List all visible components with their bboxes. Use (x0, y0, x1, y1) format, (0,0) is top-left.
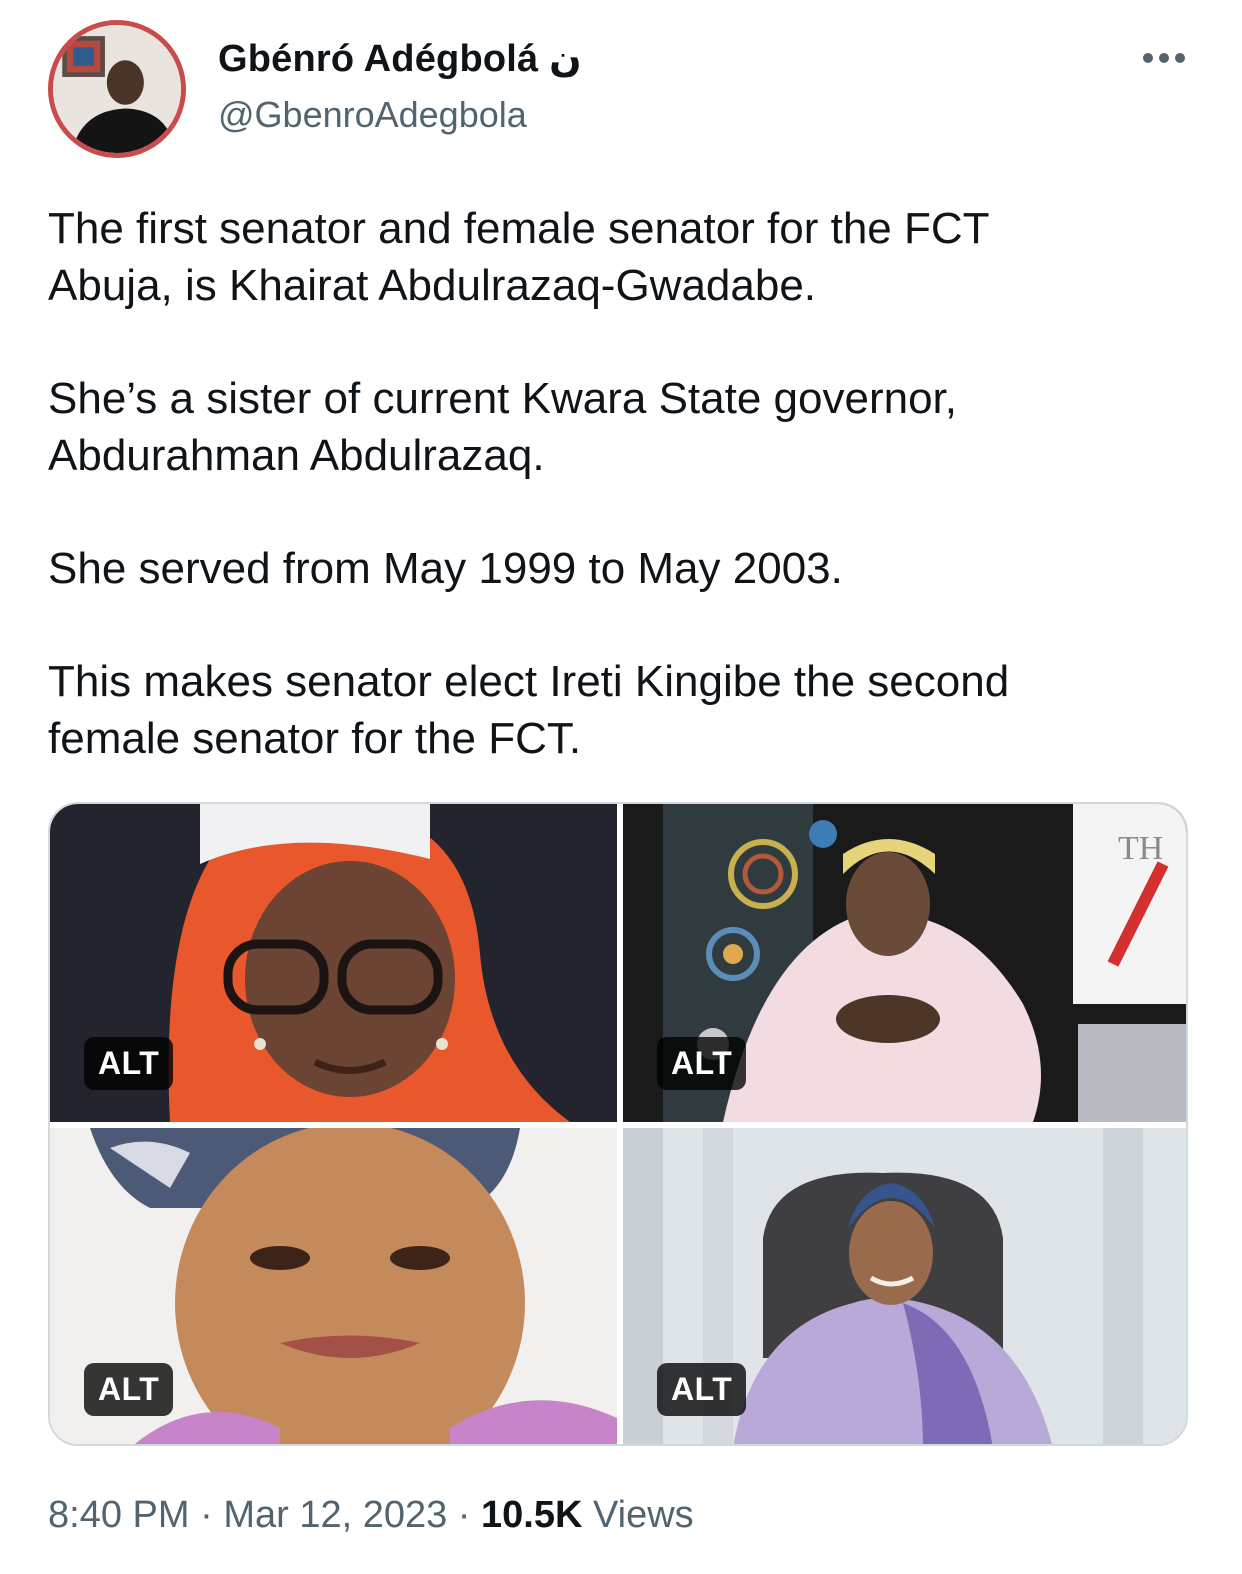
meta-separator: · (200, 1494, 213, 1536)
avatar[interactable] (48, 20, 186, 158)
tweet-meta: 8:40 PM · Mar 12, 2023 · 10.5K Views (48, 1494, 694, 1537)
tweet-text: The first senator and female senator for… (48, 200, 1208, 767)
avatar-photo (53, 25, 181, 153)
meta-separator: · (457, 1494, 471, 1536)
media-image-1[interactable]: ALT (50, 804, 617, 1122)
media-image-3[interactable]: ALT (50, 1128, 617, 1444)
author-display-name[interactable]: Gbénró Adégbolá ن (218, 36, 582, 81)
media-image-4[interactable]: ALT (623, 1128, 1186, 1444)
author-handle[interactable]: @GbenroAdegbola (218, 94, 527, 136)
tweet-time[interactable]: 8:40 PM (48, 1494, 190, 1536)
media-grid: ALT TH ALT ALT ALT (48, 802, 1188, 1446)
more-options-button[interactable] (1140, 40, 1188, 76)
alt-badge[interactable]: ALT (657, 1363, 747, 1416)
alt-badge[interactable]: ALT (84, 1037, 174, 1090)
tweet-paragraph: She served from May 1999 to May 2003. (48, 544, 843, 593)
alt-badge[interactable]: ALT (84, 1363, 174, 1416)
views-count: 10.5K (481, 1494, 583, 1536)
media-image-2[interactable]: TH ALT (623, 804, 1186, 1122)
tweet-paragraph: This makes senator elect Ireti Kingibe t… (48, 657, 1010, 763)
views-label: Views (592, 1494, 694, 1536)
tweet-paragraph: The first senator and female senator for… (48, 204, 990, 310)
sign-text: TH (1118, 830, 1163, 867)
tweet-paragraph: She’s a sister of current Kwara State go… (48, 374, 957, 480)
more-horizontal-icon (1143, 53, 1185, 63)
alt-badge[interactable]: ALT (657, 1037, 747, 1090)
tweet-date[interactable]: Mar 12, 2023 (223, 1494, 447, 1536)
